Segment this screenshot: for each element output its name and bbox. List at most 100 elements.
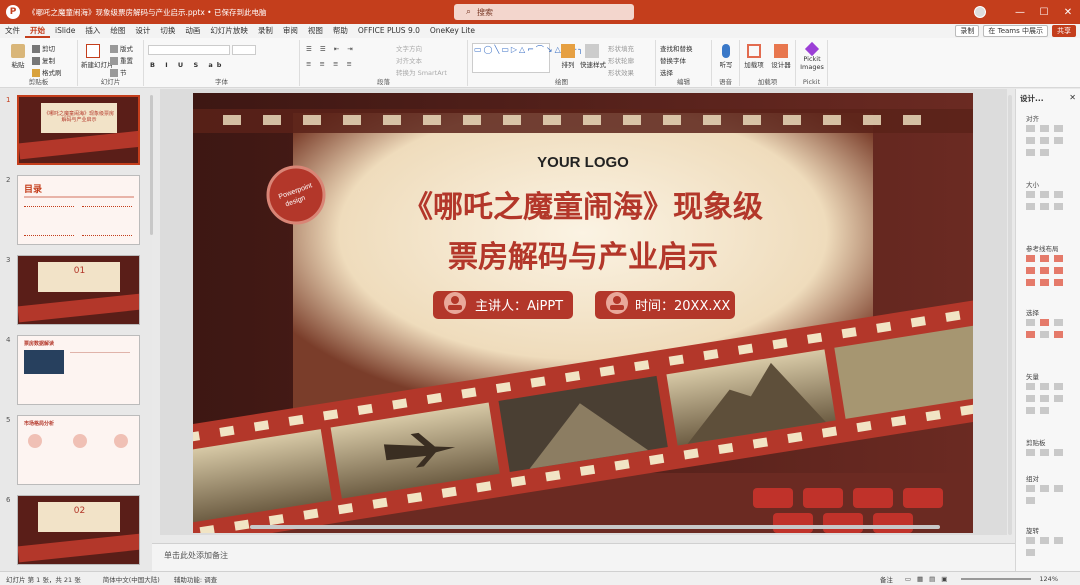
arrange-icon bbox=[561, 44, 575, 58]
slide-logo: YOUR LOGO bbox=[537, 154, 629, 171]
replace-font-button[interactable]: 替换字体 bbox=[660, 55, 686, 65]
tab-animations[interactable]: 动画 bbox=[180, 24, 205, 38]
paste-button[interactable]: 粘贴 bbox=[6, 44, 30, 69]
rotate-icons[interactable] bbox=[1026, 537, 1074, 556]
language-indicator[interactable]: 简体中文(中国大陆) bbox=[103, 574, 160, 584]
accessibility-status[interactable]: 辅助功能: 调查 bbox=[174, 574, 217, 584]
find-replace-button[interactable]: 查找和替换 bbox=[660, 43, 693, 53]
search-box[interactable]: ⌕ 搜索 bbox=[454, 4, 634, 20]
tab-review[interactable]: 审阅 bbox=[278, 24, 303, 38]
voice-group: 听写 语音 bbox=[712, 40, 740, 86]
shapes-gallery[interactable]: ▭◯╲▭▷△⌐⌒↘△∟╭╮{ bbox=[472, 43, 590, 73]
zoom-level[interactable]: 124% bbox=[1039, 575, 1058, 583]
vertical-scrollbar[interactable] bbox=[1008, 95, 1012, 535]
slide-thumbnail-6[interactable]: 02 bbox=[17, 495, 140, 565]
slide-thumbnail-3[interactable]: 01 bbox=[17, 255, 140, 325]
tab-transitions[interactable]: 切换 bbox=[155, 24, 180, 38]
editing-label: 编辑 bbox=[677, 78, 690, 86]
layout-button[interactable]: 版式 bbox=[110, 43, 133, 53]
font-size-select[interactable] bbox=[232, 45, 256, 55]
addins-icon bbox=[747, 44, 761, 58]
ribbon-tabs: 文件 开始 iSlide 插入 绘图 设计 切换 动画 幻灯片放映 录制 审阅 … bbox=[0, 24, 1080, 38]
align-text-button[interactable]: 对齐文本 bbox=[396, 55, 422, 65]
minimize-icon[interactable]: — bbox=[1008, 7, 1032, 18]
quick-styles-icon bbox=[585, 44, 599, 58]
share-button[interactable]: 共享 bbox=[1052, 25, 1076, 37]
addins-label: 加载项 bbox=[757, 78, 778, 86]
pickit-group: Pickit Images Pickit bbox=[796, 40, 828, 86]
reset-button[interactable]: 重置 bbox=[110, 55, 133, 65]
layout-icon bbox=[110, 45, 118, 53]
clipboard-section: 剪贴板 bbox=[1026, 439, 1046, 447]
tab-help[interactable]: 帮助 bbox=[328, 24, 353, 38]
tab-home[interactable]: 开始 bbox=[25, 24, 50, 38]
addins-button[interactable]: 加载项 bbox=[744, 44, 764, 69]
list-buttons[interactable]: ☰ ☰ ⇤ ⇥ bbox=[306, 45, 356, 53]
maximize-icon[interactable]: ☐ bbox=[1032, 7, 1056, 18]
size-icons[interactable] bbox=[1026, 191, 1074, 210]
guides-section: 参考线布局 bbox=[1026, 245, 1059, 253]
tab-islide[interactable]: iSlide bbox=[50, 24, 80, 38]
copy-button[interactable]: 复制 bbox=[32, 55, 55, 65]
designer-button[interactable]: 设计器 bbox=[770, 44, 792, 69]
slide-title-line2: 票房解码与产业启示 bbox=[448, 240, 718, 275]
quick-styles-button[interactable]: 快速样式 bbox=[580, 44, 606, 69]
size-section: 大小 bbox=[1026, 181, 1039, 189]
select-section: 选择 bbox=[1026, 309, 1039, 317]
arrange-button[interactable]: 排列 bbox=[558, 44, 578, 69]
horizontal-scrollbar[interactable] bbox=[250, 525, 940, 529]
thumbnail-scrollbar[interactable] bbox=[150, 95, 153, 235]
tab-insert[interactable]: 插入 bbox=[80, 24, 105, 38]
thumb-number: 5 bbox=[6, 416, 11, 424]
notes-pane[interactable]: 单击此处添加备注 bbox=[152, 543, 1015, 571]
shape-fill-button[interactable]: 形状填充 bbox=[608, 43, 634, 53]
file-title[interactable]: 《哪吒之魔童闹海》现象级票房解码与产业启示.pptx • 已保存到此电脑 bbox=[28, 7, 266, 18]
guides-icons[interactable] bbox=[1026, 255, 1074, 286]
pickit-icon bbox=[804, 41, 820, 57]
font-group: B I U S ab 字体 bbox=[144, 40, 300, 86]
zoom-slider[interactable] bbox=[961, 577, 1032, 580]
close-icon[interactable]: ✕ bbox=[1056, 7, 1080, 18]
notes-toggle[interactable]: 备注 bbox=[880, 574, 893, 584]
new-slide-button[interactable]: 新建幻灯片 bbox=[81, 44, 114, 69]
rotate-section: 旋转 bbox=[1026, 527, 1039, 535]
tab-view[interactable]: 视图 bbox=[303, 24, 328, 38]
slide-thumbnail-5[interactable]: 市场格局分析 bbox=[17, 415, 140, 485]
drawing-label: 绘图 bbox=[555, 78, 568, 86]
slide-thumbnail-2[interactable]: 目录 bbox=[17, 175, 140, 245]
time-text: 时间：20XX.XX bbox=[635, 299, 730, 314]
align-icons[interactable] bbox=[1026, 125, 1074, 156]
font-format-buttons[interactable]: B I U S ab bbox=[150, 61, 225, 69]
cut-button[interactable]: 剪切 bbox=[32, 43, 55, 53]
slide-thumbnail-1[interactable]: 《哪吒之魔童闹海》现象级票房解码与产业启示 bbox=[17, 95, 140, 165]
shape-outline-button[interactable]: 形状轮廓 bbox=[608, 55, 634, 65]
tab-slideshow[interactable]: 幻灯片放映 bbox=[205, 24, 253, 38]
view-buttons[interactable]: ▭▦▤▣ bbox=[905, 575, 954, 583]
tab-record[interactable]: 录制 bbox=[253, 24, 278, 38]
vector-section: 矢量 bbox=[1026, 373, 1039, 381]
tab-officeplus[interactable]: OFFICE PLUS 9.0 bbox=[353, 24, 425, 38]
record-button[interactable]: 录制 bbox=[955, 25, 980, 37]
slide-thumbnail-4[interactable]: 票房数据解读 bbox=[17, 335, 140, 405]
pickit-images-button[interactable]: Pickit Images bbox=[798, 41, 826, 71]
tab-design[interactable]: 设计 bbox=[130, 24, 155, 38]
clipboard-icons[interactable] bbox=[1026, 449, 1074, 456]
paste-icon bbox=[11, 44, 25, 58]
text-direction-button[interactable]: 文字方向 bbox=[396, 43, 422, 53]
dictate-button[interactable]: 听写 bbox=[716, 44, 736, 69]
align-buttons[interactable]: ≡ ≡ ≡ ≡ bbox=[306, 60, 355, 68]
select-icons[interactable] bbox=[1026, 319, 1074, 338]
user-avatar[interactable] bbox=[974, 6, 986, 18]
font-family-select[interactable] bbox=[148, 45, 230, 55]
tab-onekey[interactable]: OneKey Lite bbox=[425, 24, 480, 38]
panel-close-icon[interactable]: ✕ bbox=[1069, 93, 1076, 102]
slides-group: 新建幻灯片 版式 重置 节 幻灯片 bbox=[78, 40, 144, 86]
vector-icons[interactable] bbox=[1026, 383, 1074, 414]
tab-draw[interactable]: 绘图 bbox=[105, 24, 130, 38]
tab-file[interactable]: 文件 bbox=[0, 24, 25, 38]
teams-present-button[interactable]: 在 Teams 中展示 bbox=[983, 25, 1048, 37]
thumb-number: 3 bbox=[6, 256, 11, 264]
group-icons[interactable] bbox=[1026, 485, 1074, 504]
microphone-icon bbox=[722, 44, 730, 58]
slide-1[interactable]: Powerpoint design YOUR LOGO 《哪吒之魔童闹海》现象级… bbox=[193, 93, 973, 533]
